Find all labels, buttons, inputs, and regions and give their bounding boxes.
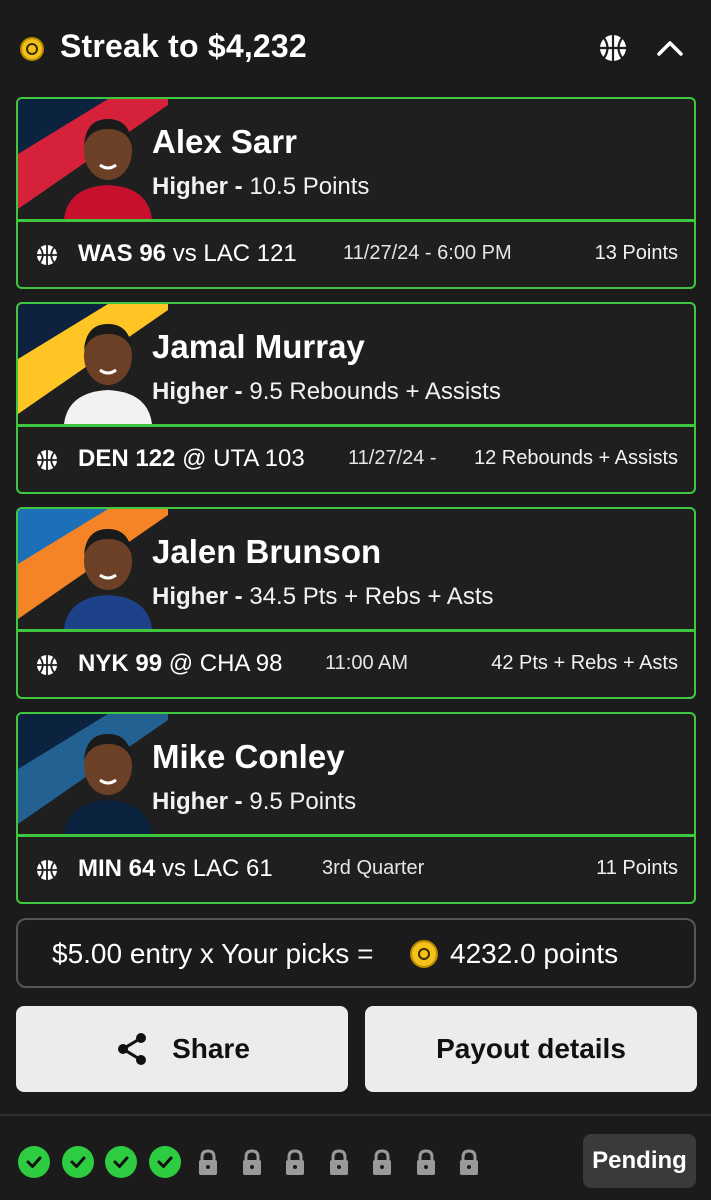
pick-header: Alex Sarr Higher - 10.5 Points [18, 99, 694, 219]
pick-direction: Higher [152, 788, 229, 815]
entry-points: 4232.0 points [450, 938, 619, 969]
game-score: MIN 64 vs LAC 61 [78, 855, 273, 883]
opponent-score: UTA 103 [213, 445, 305, 472]
team-score: MIN 64 [78, 855, 156, 882]
game-score: DEN 122 @ UTA 103 [78, 445, 305, 473]
stat-result: 42 Pts + Rebs + Asts [491, 652, 678, 674]
game-info: WAS 96 vs LAC 121 11/27/24 - 6:00 PM 13 … [18, 222, 694, 287]
lock-icon [323, 1146, 355, 1178]
pick-direction: Higher [152, 173, 229, 200]
share-icon [118, 1033, 147, 1065]
share-label: Share [172, 1033, 250, 1064]
payout-label: Payout details [436, 1033, 626, 1064]
lock-icon [410, 1146, 442, 1178]
pick-projection: Higher - 10.5 Points [152, 173, 370, 200]
pick-line-value: 10.5 Points [249, 173, 370, 200]
coin-icon [20, 37, 44, 61]
entry-text: $5.00 entry x Your picks = [52, 938, 374, 969]
lock-icon [453, 1146, 485, 1178]
page-title: Streak to $4,232 [60, 28, 307, 64]
opponent-score: LAC 61 [192, 855, 273, 882]
game-time: 11/27/24 - 6:00 PM [343, 242, 512, 264]
pick-direction: Higher [152, 378, 229, 405]
player-avatar [18, 304, 168, 424]
player-name: Jamal Murray [152, 328, 365, 365]
player-avatar [18, 714, 168, 834]
opponent-score: CHA 98 [199, 650, 283, 677]
coin-icon [410, 940, 438, 968]
check-icon [105, 1146, 137, 1178]
pick-header: Mike Conley Higher - 9.5 Points [18, 714, 694, 834]
pick-header: Jamal Murray Higher - 9.5 Rebounds + Ass… [18, 304, 694, 424]
team-score: DEN 122 [78, 445, 176, 472]
pick-direction: Higher [152, 583, 229, 610]
divider [0, 1114, 711, 1116]
game-info: MIN 64 vs LAC 61 3rd Quarter 11 Points [18, 837, 694, 902]
game-time: 11/27/24 - [348, 447, 437, 469]
opponent-score: LAC 121 [203, 240, 297, 267]
team-score: NYK 99 [78, 650, 163, 677]
game-info: NYK 99 @ CHA 98 11:00 AM 42 Pts + Rebs +… [18, 632, 694, 697]
pick-card[interactable]: Jalen Brunson Higher - 34.5 Pts + Rebs +… [16, 507, 696, 699]
check-icon [61, 1146, 94, 1178]
pick-projection: Higher - 9.5 Points [152, 788, 357, 815]
pick-line-value: 9.5 Rebounds + Assists [249, 378, 501, 405]
pick-card[interactable]: Alex Sarr Higher - 10.5 Points WAS 96 vs… [16, 97, 696, 289]
lock-icon [192, 1146, 224, 1178]
streak-header: Streak to $4,232 [0, 0, 711, 96]
stat-result: 13 Points [594, 242, 678, 264]
game-time: 3rd Quarter [322, 857, 425, 879]
lock-icon [366, 1146, 398, 1178]
score-separator: vs [172, 240, 197, 267]
game-info: DEN 122 @ UTA 103 11/27/24 - 12 Rebounds… [18, 427, 694, 492]
stat-result: 11 Points [596, 857, 678, 879]
lock-icon [236, 1146, 268, 1178]
check-icon [18, 1146, 50, 1178]
entry-summary: $5.00 entry x Your picks = 4232.0 points [16, 918, 696, 988]
game-score: NYK 99 @ CHA 98 [78, 650, 282, 678]
share-button[interactable]: Share [16, 1006, 348, 1092]
player-name: Alex Sarr [152, 123, 297, 160]
chevron-up-icon[interactable] [655, 35, 685, 61]
pick-projection: Higher - 9.5 Rebounds + Assists [152, 378, 501, 405]
check-icon [148, 1146, 181, 1178]
pick-card[interactable]: Mike Conley Higher - 9.5 Points MIN 64 v… [16, 712, 696, 904]
pick-line-value: 34.5 Pts + Rebs + Asts [249, 583, 494, 610]
player-name: Mike Conley [152, 738, 345, 775]
payout-details-button[interactable]: Payout details [365, 1006, 697, 1092]
pick-projection: Higher - 34.5 Pts + Rebs + Asts [152, 583, 494, 610]
basketball-icon [37, 450, 57, 470]
player-name: Jalen Brunson [152, 533, 382, 570]
score-separator: @ [182, 445, 207, 472]
score-separator: vs [162, 855, 187, 882]
player-avatar [18, 99, 168, 219]
player-avatar [18, 509, 168, 629]
pick-line-value: 9.5 Points [249, 788, 357, 815]
game-time: 11:00 AM [325, 652, 409, 674]
game-score: WAS 96 vs LAC 121 [78, 240, 297, 268]
basketball-icon [37, 860, 57, 880]
pick-card[interactable]: Jamal Murray Higher - 9.5 Rebounds + Ass… [16, 302, 696, 494]
team-score: WAS 96 [78, 240, 167, 267]
status-badge: Pending [583, 1134, 696, 1188]
lock-icon [279, 1146, 311, 1178]
basketball-icon[interactable] [598, 33, 628, 63]
stat-result: 12 Rebounds + Assists [473, 447, 678, 469]
score-separator: @ [168, 650, 194, 677]
pick-header: Jalen Brunson Higher - 34.5 Pts + Rebs +… [18, 509, 694, 629]
basketball-icon [37, 245, 57, 265]
basketball-icon [37, 655, 57, 675]
